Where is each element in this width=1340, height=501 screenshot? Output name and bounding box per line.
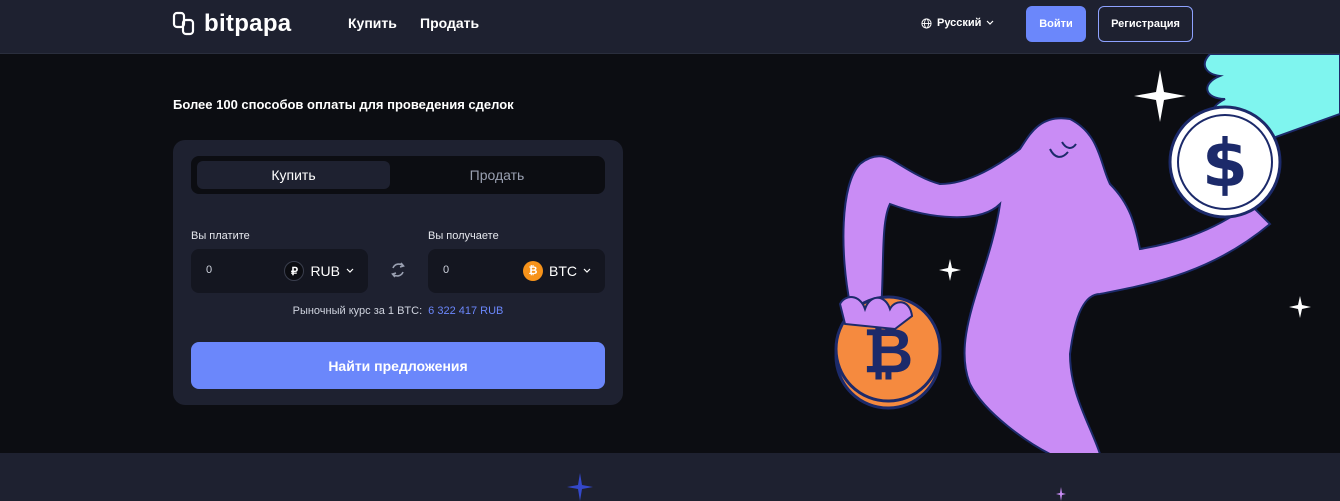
nav-sell[interactable]: Продать (420, 15, 479, 31)
bitcoin-icon: ₿ (523, 261, 543, 281)
chevron-down-icon (987, 20, 994, 25)
pay-currency-select[interactable]: ₽ RUB (284, 261, 354, 281)
pay-currency-label: RUB (310, 263, 340, 279)
receive-field[interactable]: 0 ₿ BTC (428, 249, 605, 293)
sparkle-icon (567, 473, 593, 501)
globe-icon (921, 17, 932, 29)
logo[interactable]: bitpapa (172, 10, 291, 38)
bitpapa-logo-icon (172, 11, 195, 36)
receive-currency-label: BTC (549, 263, 577, 279)
language-label: Русский (937, 17, 982, 29)
ruble-icon: ₽ (284, 261, 305, 281)
exchange-card: Купить Продать Вы платите 0 ₽ RUB Вы пол… (173, 140, 623, 405)
language-selector[interactable]: Русский (921, 17, 994, 29)
hero-illustration: ₿ $ (834, 54, 1340, 454)
nav-buy[interactable]: Купить (348, 15, 397, 31)
logo-text: bitpapa (204, 10, 292, 37)
receive-currency-select[interactable]: ₿ BTC (523, 261, 591, 281)
bottom-section (0, 453, 1340, 501)
find-offers-button[interactable]: Найти предложения (191, 342, 605, 389)
sparkle-icon (1134, 70, 1186, 122)
svg-text:$: $ (1202, 125, 1248, 202)
receive-amount[interactable]: 0 (443, 264, 449, 276)
top-bar: bitpapa Купить Продать Русский Войти Рег… (0, 0, 1340, 54)
tab-sell[interactable]: Продать (397, 161, 597, 189)
sparkle-icon (939, 259, 961, 281)
sparkle-icon (1289, 296, 1311, 318)
rate-value[interactable]: 6 322 417 RUB (428, 305, 503, 317)
login-button[interactable]: Войти (1026, 6, 1086, 42)
pay-amount[interactable]: 0 (206, 264, 212, 276)
buy-sell-tabs: Купить Продать (191, 156, 605, 194)
receive-label: Вы получаете (428, 230, 499, 242)
sparkle-icon (1056, 487, 1066, 501)
market-rate: Рыночный курс за 1 BTC: 6 322 417 RUB (173, 305, 623, 317)
chevron-down-icon (346, 268, 354, 273)
chevron-down-icon (583, 268, 591, 273)
swap-icon[interactable] (388, 260, 408, 280)
rate-label: Рыночный курс за 1 BTC: (292, 305, 423, 317)
dollar-coin-illustration: $ (1168, 105, 1282, 219)
hero-headline: Более 100 способов оплаты для проведения… (173, 97, 514, 112)
pay-field[interactable]: 0 ₽ RUB (191, 249, 368, 293)
register-button[interactable]: Регистрация (1098, 6, 1193, 42)
tab-buy[interactable]: Купить (197, 161, 390, 189)
pay-label: Вы платите (191, 230, 250, 242)
